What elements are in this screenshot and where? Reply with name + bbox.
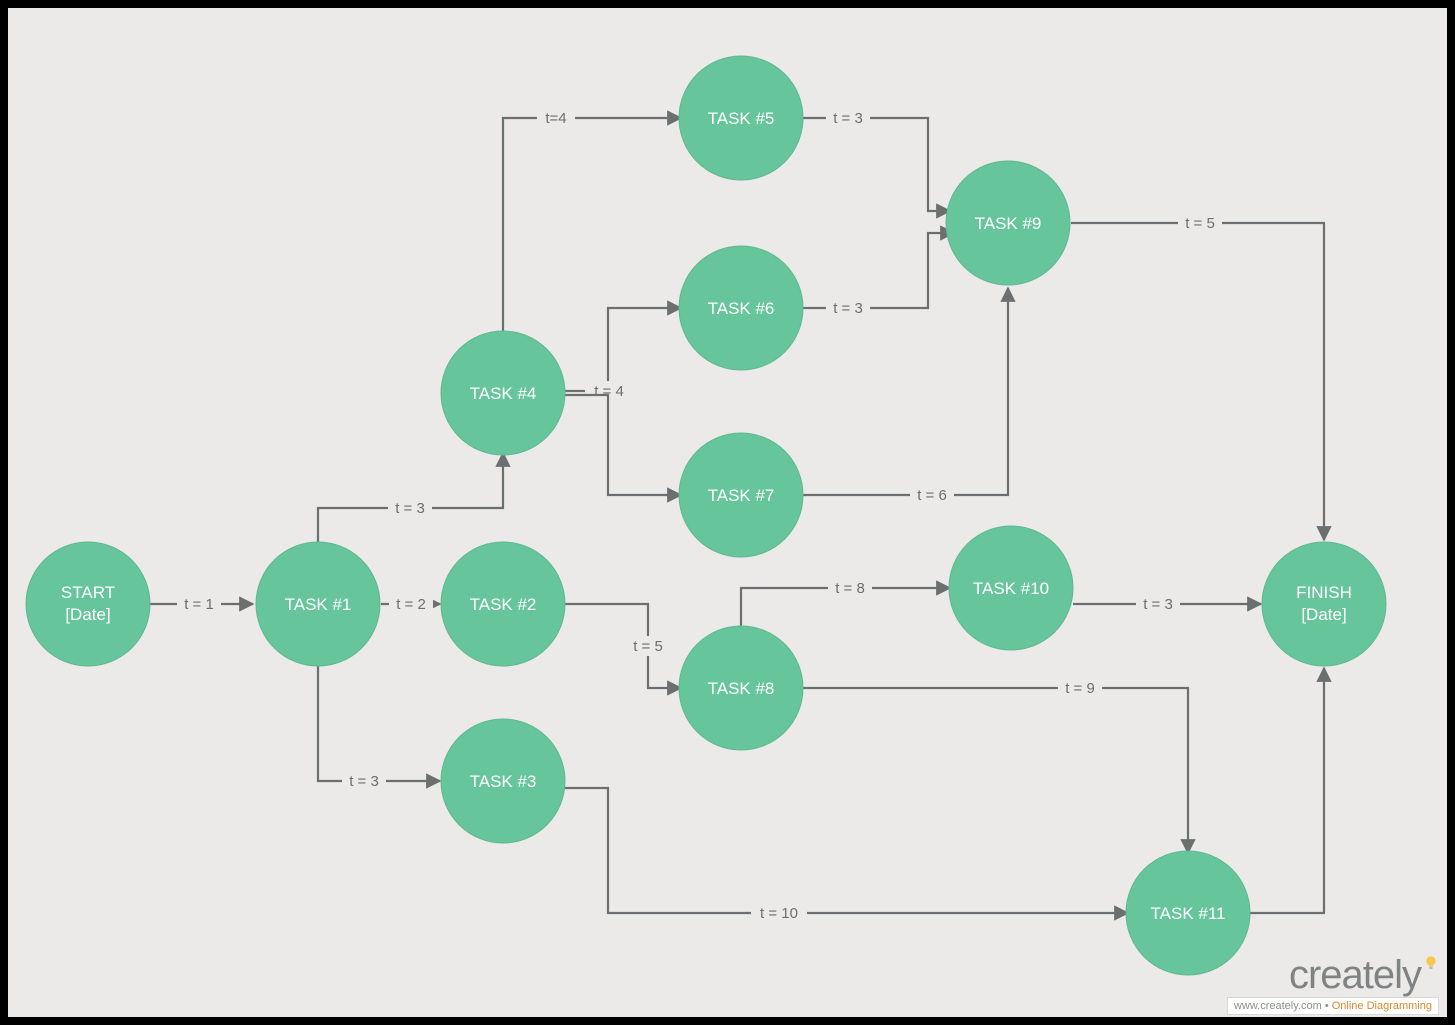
svg-text:TASK #10: TASK #10 [973, 579, 1049, 598]
svg-text:START: START [61, 583, 115, 602]
svg-text:TASK #1: TASK #1 [285, 595, 352, 614]
edge-task8-task10: t = 8 [741, 578, 950, 628]
edge-task7-task9: t = 6 [801, 288, 1008, 505]
node-task10[interactable]: TASK #10 [949, 526, 1073, 650]
svg-text:t = 5: t = 5 [1185, 215, 1215, 232]
svg-text:TASK #7: TASK #7 [708, 486, 775, 505]
edge-task11-finish [1250, 668, 1324, 913]
svg-text:t = 1: t = 1 [184, 596, 214, 613]
pert-diagram-svg: t = 1 t = 3 t = 2 t = 3 t=4 t = 4 [8, 8, 1447, 1017]
svg-text:TASK #5: TASK #5 [708, 109, 775, 128]
edge-task1-task3: t = 3 [318, 665, 440, 791]
svg-text:TASK #9: TASK #9 [975, 214, 1042, 233]
node-start[interactable]: START [Date] [26, 542, 150, 666]
svg-text:t = 3: t = 3 [349, 773, 379, 790]
svg-text:TASK #4: TASK #4 [470, 384, 537, 403]
node-task5[interactable]: TASK #5 [679, 56, 803, 180]
edge-start-task1: t = 1 [150, 594, 253, 614]
svg-text:TASK #3: TASK #3 [470, 772, 537, 791]
lightbulb-icon [1423, 955, 1439, 971]
node-task2[interactable]: TASK #2 [441, 542, 565, 666]
svg-text:t = 10: t = 10 [760, 905, 798, 922]
node-task9[interactable]: TASK #9 [946, 161, 1070, 285]
edge-task4-task7 [563, 395, 681, 495]
svg-text:t=4: t=4 [545, 110, 566, 127]
node-task3[interactable]: TASK #3 [441, 719, 565, 843]
svg-text:t = 2: t = 2 [396, 596, 426, 613]
edge-task6-task9: t = 3 [801, 233, 954, 318]
svg-text:TASK #6: TASK #6 [708, 299, 775, 318]
diagram-canvas: t = 1 t = 3 t = 2 t = 3 t=4 t = 4 [8, 8, 1447, 1017]
svg-text:t = 3: t = 3 [1143, 596, 1173, 613]
edge-task4-task5: t=4 [503, 108, 681, 333]
svg-text:[Date]: [Date] [65, 605, 110, 624]
branding-block: creately www.creately.com • Online Diagr… [1227, 955, 1439, 1015]
svg-text:t = 5: t = 5 [633, 638, 663, 655]
svg-text:t = 3: t = 3 [395, 500, 425, 517]
node-task1[interactable]: TASK #1 [256, 542, 380, 666]
edge-task10-finish-clean: t = 3 [1068, 578, 1268, 618]
edge-task2-task8: t = 5 [564, 604, 681, 688]
svg-text:t = 6: t = 6 [917, 487, 947, 504]
svg-text:FINISH: FINISH [1296, 583, 1352, 602]
edge-task8-task11: t = 9 [803, 678, 1188, 853]
svg-text:[Date]: [Date] [1301, 605, 1346, 624]
edge-task5-task9: t = 3 [801, 108, 950, 211]
node-task6[interactable]: TASK #6 [679, 246, 803, 370]
svg-text:TASK #2: TASK #2 [470, 595, 537, 614]
svg-text:TASK #8: TASK #8 [708, 679, 775, 698]
node-finish[interactable]: FINISH [Date] [1262, 542, 1386, 666]
node-task4[interactable]: TASK #4 [441, 331, 565, 455]
svg-text:t = 3: t = 3 [833, 300, 863, 317]
edge-task1-task2: t = 2 [381, 594, 440, 614]
svg-text:t = 9: t = 9 [1065, 680, 1095, 697]
edge-task4-task6 [563, 308, 681, 391]
svg-text:TASK #11: TASK #11 [1151, 904, 1226, 923]
svg-text:t = 8: t = 8 [835, 580, 865, 597]
brand-logo-text: creately [1289, 953, 1421, 997]
node-task8[interactable]: TASK #8 [679, 626, 803, 750]
brand-tagline: www.creately.com • Online Diagramming [1227, 997, 1439, 1015]
svg-text:t = 3: t = 3 [833, 110, 863, 127]
node-task7[interactable]: TASK #7 [679, 433, 803, 557]
edge-task1-task4: t = 3 [318, 453, 503, 543]
edge-task9-finish: t = 5 [1071, 213, 1324, 540]
edge-task3-task11: t = 10 [563, 788, 1128, 923]
